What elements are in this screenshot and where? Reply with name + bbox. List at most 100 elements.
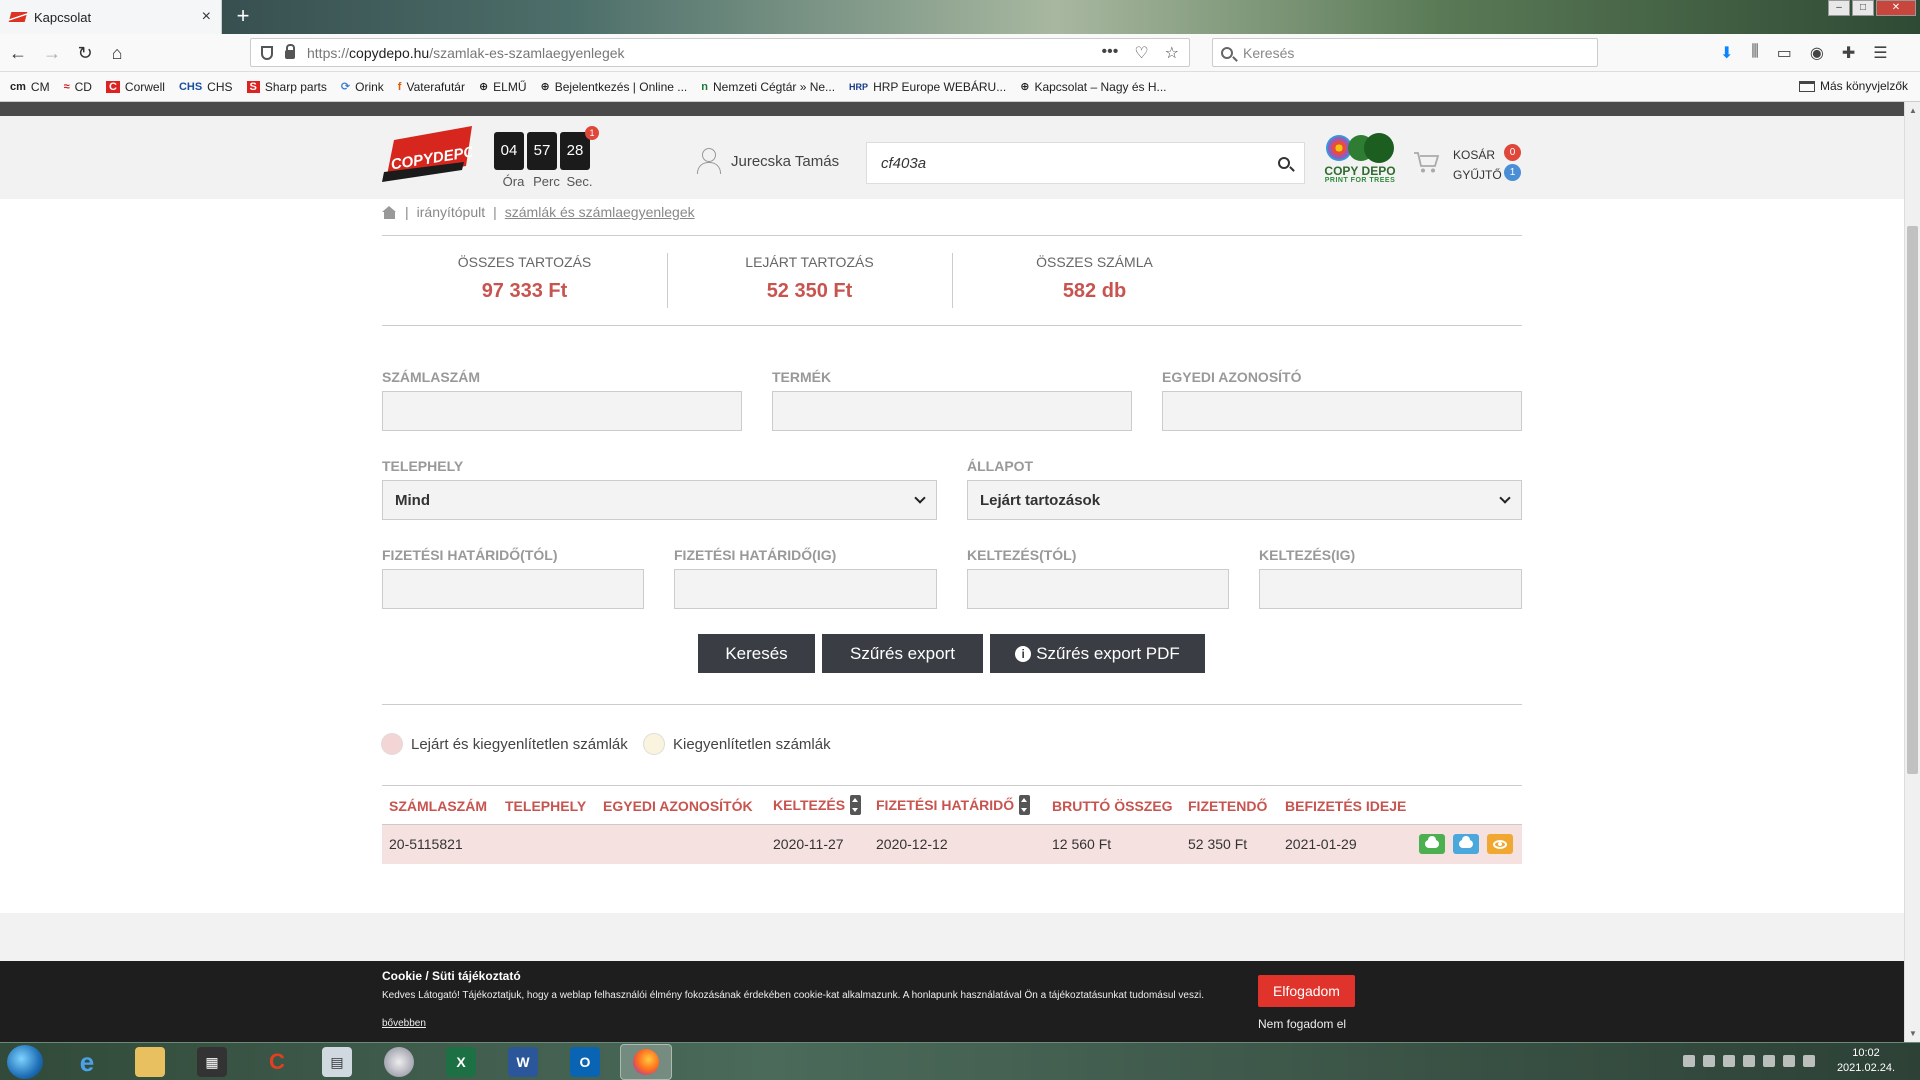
bookmark-item[interactable]: C Corwell bbox=[105, 80, 165, 94]
cookie-more-link[interactable]: bővebben bbox=[382, 1018, 426, 1029]
tray-icon[interactable] bbox=[1783, 1055, 1795, 1067]
page-scrollbar[interactable]: ▲ ▼ bbox=[1904, 102, 1920, 1042]
library-icon[interactable]: ⫼ bbox=[1751, 43, 1758, 63]
tray-icon[interactable] bbox=[1723, 1055, 1735, 1067]
sort-icon[interactable] bbox=[1019, 795, 1031, 815]
copydepo-print-for-trees-logo[interactable]: COPY DEPO PRINT FOR TREES bbox=[1322, 133, 1398, 189]
copydepo-logo[interactable]: COPYDEPO bbox=[380, 126, 472, 182]
green-logo-subtitle: PRINT FOR TREES bbox=[1324, 177, 1396, 184]
scrollbar-thumb[interactable] bbox=[1907, 226, 1918, 774]
internet-explorer-icon[interactable]: e bbox=[72, 1047, 102, 1077]
back-icon[interactable]: ← bbox=[6, 41, 30, 65]
tray-icon[interactable] bbox=[1743, 1055, 1755, 1067]
excel-icon[interactable]: X bbox=[446, 1047, 476, 1077]
media-player-icon[interactable]: ▦ bbox=[197, 1047, 227, 1077]
site-search-input[interactable]: cf403a bbox=[866, 142, 1305, 184]
url-bar[interactable]: https:// copydepo.hu /szamlak-es-szamlae… bbox=[250, 38, 1190, 67]
system-clock[interactable]: 10:02 2021.02.24. bbox=[1830, 1046, 1902, 1076]
product-input[interactable] bbox=[772, 391, 1132, 431]
minimize-icon[interactable]: – bbox=[1828, 0, 1850, 16]
calculator-icon[interactable]: ▤ bbox=[322, 1047, 352, 1077]
bookmark-item[interactable]: S Sharp parts bbox=[246, 80, 327, 94]
windows-taskbar: e ▦ C ▤ X W O 10:02 2021.02.24. bbox=[0, 1042, 1920, 1080]
outlook-icon[interactable]: O bbox=[570, 1047, 600, 1077]
tray-icon[interactable] bbox=[1683, 1055, 1695, 1067]
bookmark-item[interactable]: f Vaterafutár bbox=[398, 80, 465, 94]
th-date[interactable]: KELTEZÉS bbox=[773, 795, 862, 815]
bookmark-star-icon[interactable]: ☆ bbox=[1165, 43, 1179, 63]
download-invoice-button[interactable] bbox=[1419, 834, 1445, 854]
bookmark-item[interactable]: ≈ CD bbox=[64, 80, 92, 94]
reload-icon[interactable]: ↻ bbox=[73, 41, 97, 65]
search-icon[interactable] bbox=[1278, 157, 1290, 169]
tray-icon[interactable] bbox=[1763, 1055, 1775, 1067]
user-menu[interactable]: Jurecska Tamás bbox=[697, 148, 839, 174]
view-invoice-button[interactable] bbox=[1487, 834, 1513, 854]
th-due-date[interactable]: FIZETÉSI HATÁRIDŐ bbox=[876, 795, 1031, 815]
cart-icon[interactable] bbox=[1413, 150, 1439, 174]
filter-export-pdf-button[interactable]: i Szűrés export PDF bbox=[990, 634, 1205, 673]
sidebar-icon[interactable]: ▭ bbox=[1777, 43, 1792, 63]
cell-paid-at: 2021-01-29 bbox=[1285, 836, 1357, 852]
pocket-icon[interactable]: ♡ bbox=[1134, 43, 1148, 63]
bookmark-item[interactable]: HRP HRP Europe WEBÁRU... bbox=[849, 80, 1006, 94]
invoice-number-input[interactable] bbox=[382, 391, 742, 431]
maximize-icon[interactable]: □ bbox=[1852, 0, 1874, 16]
bookmark-item[interactable]: ⊕ Bejelentkezés | Online ... bbox=[541, 80, 688, 94]
home-icon[interactable] bbox=[382, 205, 397, 219]
url-path: /szamlak-es-szamlaegyenlegek bbox=[429, 44, 625, 61]
date-to-input[interactable] bbox=[1259, 569, 1522, 609]
sort-icon[interactable] bbox=[850, 795, 862, 815]
due-from-input[interactable] bbox=[382, 569, 644, 609]
extensions-icon[interactable]: ✚ bbox=[1842, 43, 1855, 63]
window-close-icon[interactable]: ✕ bbox=[1876, 0, 1916, 16]
table-row[interactable]: 20-5115821 2020-11-27 2020-12-12 12 560 … bbox=[382, 825, 1522, 864]
bookmark-item[interactable]: CHS CHS bbox=[179, 80, 233, 94]
file-explorer-icon[interactable] bbox=[135, 1047, 165, 1077]
bookmark-item[interactable]: n Nemzeti Cégtár » Ne... bbox=[701, 80, 835, 94]
download-icon[interactable]: ⬇ bbox=[1720, 43, 1733, 63]
eye-icon bbox=[1493, 839, 1507, 849]
tray-icon[interactable] bbox=[1703, 1055, 1715, 1067]
scroll-down-icon[interactable]: ▼ bbox=[1909, 1029, 1917, 1038]
cookie-reject-link[interactable]: Nem fogadom el bbox=[1258, 1017, 1346, 1031]
disc-icon[interactable] bbox=[384, 1047, 414, 1077]
bookmark-item[interactable]: ⊕ ELMŰ bbox=[479, 80, 527, 94]
firefox-icon[interactable] bbox=[620, 1044, 672, 1080]
lock-icon[interactable] bbox=[285, 44, 295, 59]
other-bookmarks[interactable]: Más könyvjelzők bbox=[1798, 79, 1908, 93]
filter-export-button[interactable]: Szűrés export bbox=[822, 634, 983, 673]
url-host: copydepo.hu bbox=[349, 44, 430, 61]
tray-icon[interactable] bbox=[1803, 1055, 1815, 1067]
bookmark-item[interactable]: ⊕ Kapcsolat – Nagy és H... bbox=[1020, 80, 1166, 94]
account-icon[interactable]: ◉ bbox=[1810, 43, 1824, 63]
due-to-input[interactable] bbox=[674, 569, 937, 609]
date-from-input[interactable] bbox=[967, 569, 1229, 609]
custom-id-input[interactable] bbox=[1162, 391, 1522, 431]
browser-search-input[interactable]: Keresés bbox=[1212, 38, 1598, 67]
breadcrumb-current[interactable]: számlák és számlaegyenlegek bbox=[505, 204, 695, 220]
word-icon[interactable]: W bbox=[508, 1047, 538, 1077]
status-select[interactable]: Lejárt tartozások bbox=[967, 480, 1522, 520]
tab-close-icon[interactable]: × bbox=[202, 8, 211, 26]
home-icon[interactable]: ⌂ bbox=[105, 41, 129, 65]
bookmark-item[interactable]: cm CM bbox=[10, 80, 50, 94]
browser-tab[interactable]: Kapcsolat × bbox=[0, 0, 222, 34]
scroll-up-icon[interactable]: ▲ bbox=[1909, 106, 1917, 115]
tracking-shield-icon[interactable] bbox=[261, 45, 273, 60]
cookie-accept-button[interactable]: Elfogadom bbox=[1258, 975, 1355, 1007]
search-button[interactable]: Keresés bbox=[698, 634, 815, 673]
ccleaner-icon[interactable]: C bbox=[262, 1047, 292, 1077]
site-select[interactable]: Mind bbox=[382, 480, 937, 520]
forward-icon[interactable]: → bbox=[40, 41, 64, 65]
bookmark-item[interactable]: ⟳ Orink bbox=[341, 80, 384, 94]
collector-link[interactable]: GYŰJTŐ bbox=[1453, 165, 1502, 185]
start-button-icon[interactable] bbox=[7, 1045, 43, 1079]
download-attachment-button[interactable] bbox=[1453, 834, 1479, 854]
menu-icon[interactable]: ☰ bbox=[1873, 43, 1887, 63]
cart-link[interactable]: KOSÁR bbox=[1453, 145, 1502, 165]
new-tab-icon[interactable]: + bbox=[230, 4, 256, 30]
page-actions-icon[interactable]: ••• bbox=[1102, 43, 1119, 63]
th-site: TELEPHELY bbox=[505, 798, 587, 814]
breadcrumb-dashboard[interactable]: irányítópult bbox=[417, 204, 485, 220]
